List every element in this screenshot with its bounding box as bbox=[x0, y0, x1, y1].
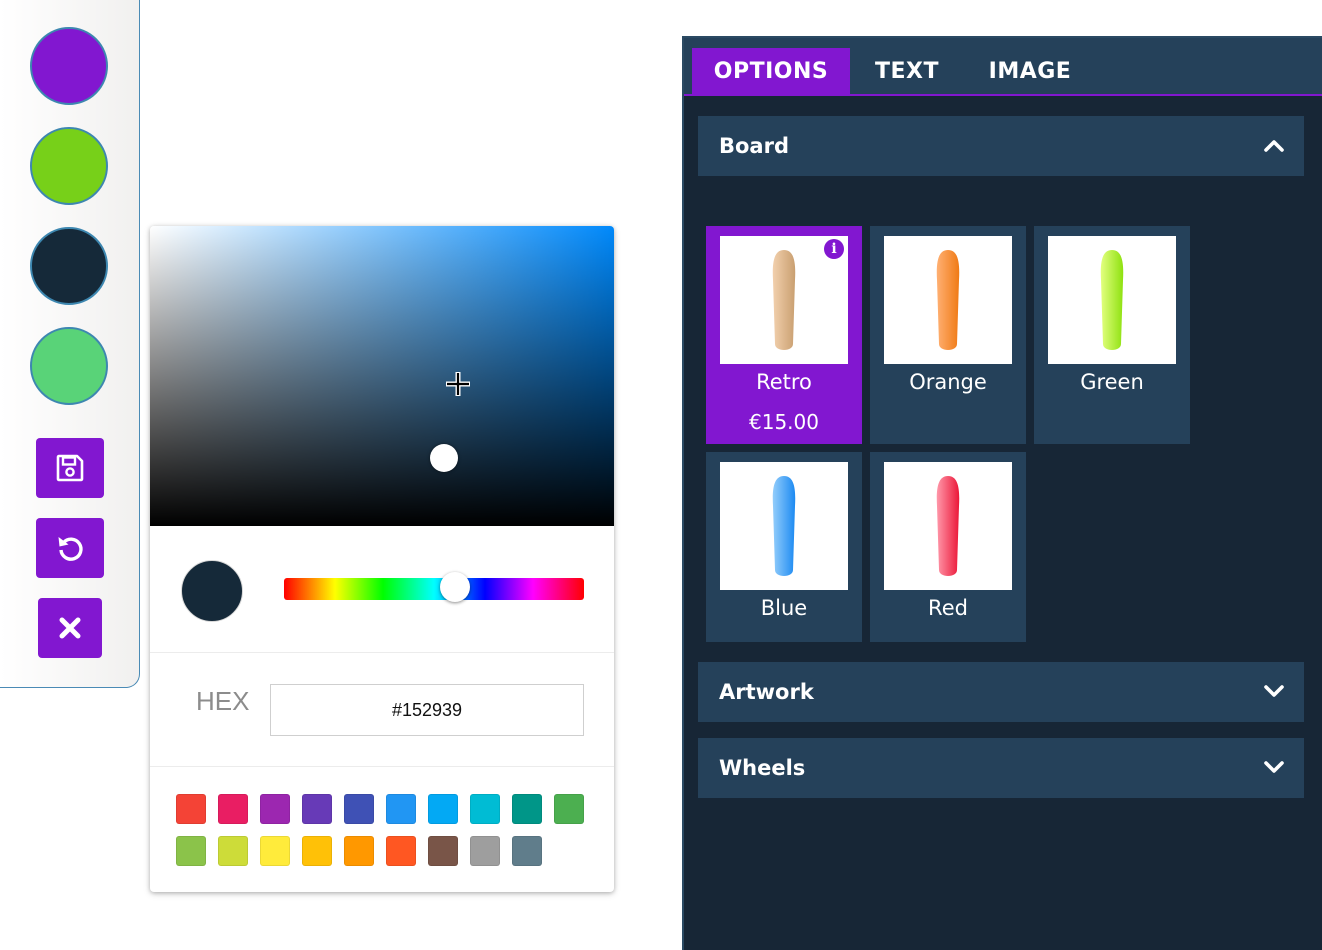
hex-label: HEX bbox=[196, 686, 250, 716]
board-option-card[interactable]: Blue bbox=[706, 452, 862, 642]
crosshair-cursor-icon bbox=[446, 372, 470, 396]
chevron-up-icon bbox=[1264, 140, 1284, 152]
accordion-title: Wheels bbox=[719, 756, 806, 780]
accordion-title: Artwork bbox=[719, 680, 814, 704]
preset-color-swatch[interactable] bbox=[344, 794, 374, 824]
saturation-handle[interactable] bbox=[430, 444, 458, 472]
color-swatch-light-green[interactable] bbox=[30, 327, 108, 405]
preset-color-swatch[interactable] bbox=[218, 836, 248, 866]
skateboard-deck-image bbox=[936, 476, 960, 576]
board-option-name: Orange bbox=[909, 370, 987, 394]
saturation-area[interactable] bbox=[150, 226, 614, 526]
tab-image[interactable]: IMAGE bbox=[974, 48, 1086, 94]
preset-color-swatch[interactable] bbox=[218, 794, 248, 824]
board-option-card[interactable]: Red bbox=[870, 452, 1026, 642]
tab-text[interactable]: TEXT bbox=[854, 48, 960, 94]
preset-color-swatch[interactable] bbox=[260, 794, 290, 824]
board-option-card[interactable]: Green bbox=[1034, 226, 1190, 444]
preset-color-swatch[interactable] bbox=[344, 836, 374, 866]
info-icon[interactable]: i bbox=[824, 239, 844, 259]
accordion-board[interactable]: Board bbox=[698, 116, 1304, 176]
preset-color-swatch[interactable] bbox=[554, 794, 584, 824]
close-icon bbox=[59, 617, 81, 639]
preset-color-swatch[interactable] bbox=[302, 836, 332, 866]
skateboard-deck-image bbox=[772, 476, 796, 576]
preset-color-swatch[interactable] bbox=[386, 836, 416, 866]
board-thumbnail bbox=[884, 462, 1012, 590]
tab-bar: OPTIONS TEXT IMAGE bbox=[684, 38, 1322, 96]
accordion-wheels[interactable]: Wheels bbox=[698, 738, 1304, 798]
board-option-name: Retro bbox=[756, 370, 812, 394]
board-option-card[interactable]: i Retro €15.00 bbox=[706, 226, 862, 444]
accordion-artwork[interactable]: Artwork bbox=[698, 662, 1304, 722]
board-option-name: Blue bbox=[760, 596, 808, 620]
hue-slider-handle[interactable] bbox=[440, 572, 470, 602]
color-swatch-purple[interactable] bbox=[30, 27, 108, 105]
board-option-card[interactable]: Orange bbox=[870, 226, 1026, 444]
board-option-price: €15.00 bbox=[749, 410, 819, 434]
preset-color-swatch[interactable] bbox=[512, 836, 542, 866]
divider bbox=[150, 766, 614, 767]
board-thumbnail: i bbox=[720, 236, 848, 364]
undo-icon bbox=[58, 537, 83, 561]
board-option-name: Red bbox=[928, 596, 968, 620]
color-preview bbox=[181, 560, 243, 622]
customizer-panel: OPTIONS TEXT IMAGE Board i Retro €15.00 Ora… bbox=[682, 36, 1322, 950]
hex-input[interactable] bbox=[270, 684, 584, 736]
tab-options[interactable]: OPTIONS bbox=[692, 48, 850, 94]
floppy-disk-icon bbox=[56, 454, 84, 482]
preset-color-swatch[interactable] bbox=[176, 836, 206, 866]
color-swatch-green[interactable] bbox=[30, 127, 108, 205]
board-thumbnail bbox=[884, 236, 1012, 364]
left-toolbar bbox=[0, 0, 140, 688]
preset-color-swatch[interactable] bbox=[470, 836, 500, 866]
hue-slider[interactable] bbox=[284, 578, 584, 600]
color-picker: HEX bbox=[150, 226, 614, 892]
preset-color-swatch[interactable] bbox=[512, 794, 542, 824]
save-button[interactable] bbox=[36, 438, 104, 498]
board-thumbnail bbox=[1048, 236, 1176, 364]
board-thumbnail bbox=[720, 462, 848, 590]
color-swatch-navy[interactable] bbox=[30, 227, 108, 305]
preset-color-swatch[interactable] bbox=[428, 836, 458, 866]
preset-color-swatch[interactable] bbox=[470, 794, 500, 824]
undo-button[interactable] bbox=[36, 518, 104, 578]
divider bbox=[150, 652, 614, 653]
accordion-title: Board bbox=[719, 134, 789, 158]
chevron-down-icon bbox=[1264, 685, 1284, 697]
preset-color-swatch[interactable] bbox=[428, 794, 458, 824]
preset-color-swatch[interactable] bbox=[386, 794, 416, 824]
skateboard-deck-image bbox=[1100, 250, 1124, 350]
chevron-down-icon bbox=[1264, 761, 1284, 773]
preset-color-swatch[interactable] bbox=[260, 836, 290, 866]
preset-color-swatch[interactable] bbox=[176, 794, 206, 824]
close-button[interactable] bbox=[38, 598, 102, 658]
board-option-name: Green bbox=[1080, 370, 1144, 394]
skateboard-deck-image bbox=[936, 250, 960, 350]
preset-color-swatch[interactable] bbox=[302, 794, 332, 824]
